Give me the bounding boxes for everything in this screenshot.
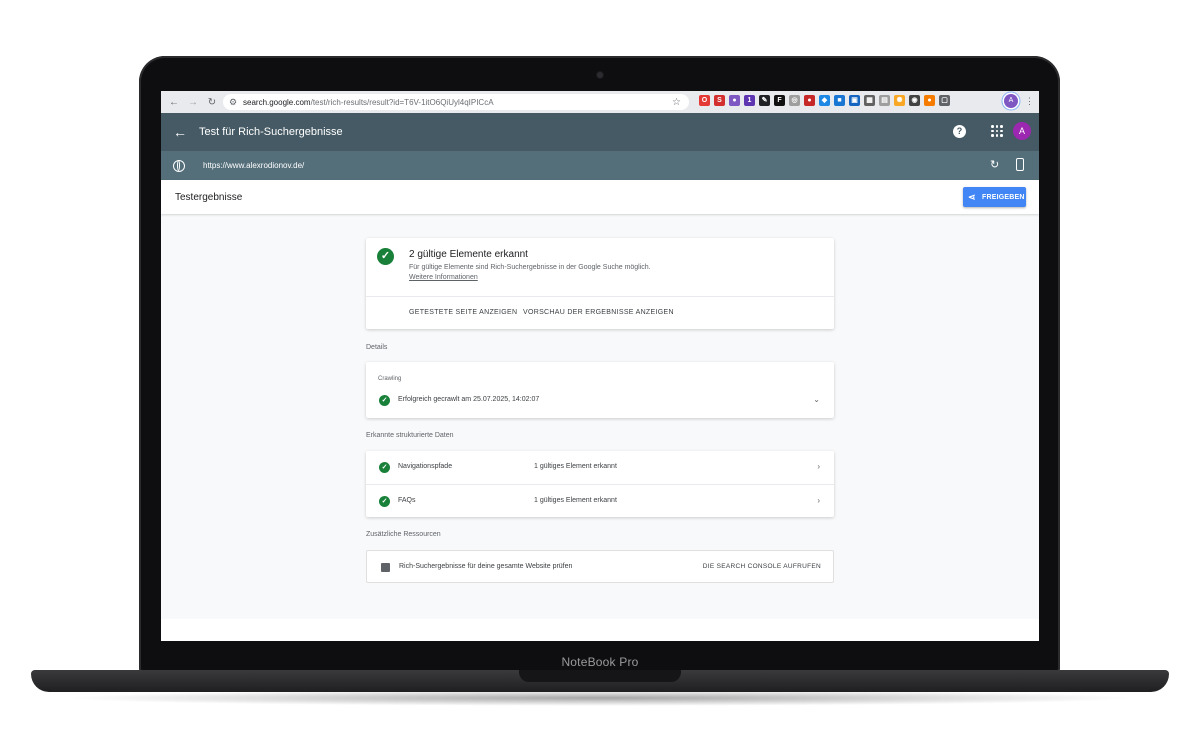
- ext-purple-icon[interactable]: ●: [729, 95, 740, 106]
- resources-text: Rich-Suchergebnisse für deine gesamte We…: [399, 563, 573, 570]
- site-settings-icon[interactable]: ⚙: [229, 97, 239, 107]
- help-icon[interactable]: ?: [953, 125, 966, 138]
- tag-icon[interactable]: ◆: [819, 95, 830, 106]
- ext-blue2-icon[interactable]: ▣: [849, 95, 860, 106]
- pen-icon[interactable]: ✎: [759, 95, 770, 106]
- item-name: Navigationspfade: [398, 463, 453, 470]
- chevron-right-icon[interactable]: ›: [817, 496, 820, 505]
- opera-icon[interactable]: O: [699, 95, 710, 106]
- share-button[interactable]: ⋖ FREIGEBEN: [963, 187, 1026, 207]
- ext-orange-icon[interactable]: ●: [924, 95, 935, 106]
- page-footer-area: [161, 619, 1039, 641]
- summary-card: ✓ 2 gültige Elemente erkannt Für gültige…: [366, 238, 834, 329]
- results-title: Testergebnisse: [175, 192, 243, 203]
- valid-check-icon: ✓: [379, 496, 390, 507]
- details-section-label: Details: [366, 344, 388, 351]
- list-item[interactable]: ✓ Navigationspfade 1 gültiges Element er…: [366, 451, 834, 484]
- grid-icon[interactable]: ▦: [864, 95, 875, 106]
- profile-avatar[interactable]: A: [1004, 94, 1018, 108]
- gear-icon[interactable]: ✺: [894, 95, 905, 106]
- structured-data-card: ✓ Navigationspfade 1 gültiges Element er…: [366, 451, 834, 517]
- valid-check-icon: ✓: [377, 248, 394, 265]
- url-host: search.google.com: [243, 97, 311, 107]
- laptop-shadow: [60, 690, 1140, 706]
- ext-dark-icon[interactable]: F: [774, 95, 785, 106]
- share-icon: ⋖: [968, 192, 976, 202]
- tested-url-bar: https://www.alexrodionov.de/ ↻: [161, 151, 1039, 180]
- webcam: [597, 72, 603, 78]
- screen: ← → ↻ ⚙ search.google.com /test/rich-res…: [161, 91, 1039, 641]
- app-title: Test für Rich-Suchergebnisse: [199, 126, 343, 138]
- retest-icon[interactable]: ↻: [990, 159, 999, 171]
- globe-icon: [173, 159, 185, 172]
- back-arrow-icon[interactable]: ←: [168, 96, 180, 108]
- ext-badge-icon[interactable]: 1: [744, 95, 755, 106]
- tested-url: https://www.alexrodionov.de/: [203, 161, 305, 170]
- bookmark-star-icon[interactable]: ☆: [672, 97, 681, 108]
- resources-card: Rich-Suchergebnisse für deine gesamte We…: [366, 550, 834, 583]
- crawl-status: Erfolgreich gecrawlt am 25.07.2025, 14:0…: [398, 396, 540, 403]
- resources-section-label: Zusätzliche Ressourcen: [366, 531, 441, 538]
- extensions-bar: O S ● 1 ✎ F ◎ ● ◆ ■ ▣ ▦ ▤ ✺ ◉ ● ▢: [699, 95, 950, 106]
- summary-subtext: Für gültige Elemente sind Rich-Suchergeb…: [409, 264, 651, 271]
- app-header: ← Test für Rich-Suchergebnisse ? A: [161, 113, 1039, 151]
- ext-dark2-icon[interactable]: ◉: [909, 95, 920, 106]
- item-count: 1 gültiges Element erkannt: [534, 463, 617, 470]
- browser-toolbar: ← → ↻ ⚙ search.google.com /test/rich-res…: [161, 91, 1039, 113]
- open-search-console-button[interactable]: DIE SEARCH CONSOLE AUFRUFEN: [703, 563, 821, 570]
- more-info-link[interactable]: Weitere Informationen: [409, 274, 478, 281]
- forward-arrow-icon[interactable]: →: [187, 96, 199, 108]
- list-item[interactable]: ✓ FAQs 1 gültiges Element erkannt ›: [366, 484, 834, 518]
- crawling-caption: Crawling: [378, 376, 402, 382]
- apps-grid-icon[interactable]: [991, 125, 1003, 137]
- item-name: FAQs: [398, 497, 416, 504]
- ext-blue-icon[interactable]: ■: [834, 95, 845, 106]
- view-tested-page-button[interactable]: GETESTETE SEITE ANZEIGEN: [409, 309, 517, 316]
- results-header: Testergebnisse ⋖ FREIGEBEN: [161, 180, 1039, 214]
- item-count: 1 gültiges Element erkannt: [534, 497, 617, 504]
- crawling-card[interactable]: Crawling ✓ Erfolgreich gecrawlt am 25.07…: [366, 362, 834, 418]
- back-arrow-icon[interactable]: ←: [173, 125, 187, 139]
- chevron-down-icon[interactable]: ⌄: [813, 395, 820, 404]
- reload-icon[interactable]: ↻: [206, 96, 218, 108]
- valid-check-icon: ✓: [379, 462, 390, 473]
- summary-heading: 2 gültige Elemente erkannt: [409, 249, 528, 260]
- s-icon[interactable]: S: [714, 95, 725, 106]
- ext-red-badge-icon[interactable]: ●: [804, 95, 815, 106]
- table-icon[interactable]: ▤: [879, 95, 890, 106]
- share-label: FREIGEBEN: [982, 193, 1025, 201]
- bar-chart-icon: [381, 563, 390, 572]
- structured-data-section-label: Erkannte strukturierte Daten: [366, 432, 454, 439]
- smartphone-icon[interactable]: [1016, 158, 1024, 171]
- address-bar[interactable]: ⚙ search.google.com /test/rich-results/r…: [223, 94, 689, 110]
- puzzle-icon[interactable]: ▢: [939, 95, 950, 106]
- preview-results-button[interactable]: VORSCHAU DER ERGEBNISSE ANZEIGEN: [523, 309, 674, 316]
- divider: [366, 296, 834, 297]
- account-avatar[interactable]: A: [1013, 122, 1031, 140]
- laptop-notch: [519, 670, 681, 682]
- url-path: /test/rich-results/result?id=T6V-1itO6Qi…: [310, 97, 494, 107]
- success-check-icon: ✓: [379, 395, 390, 406]
- chevron-right-icon[interactable]: ›: [817, 462, 820, 471]
- camera-icon[interactable]: ◎: [789, 95, 800, 106]
- laptop-brand: NoteBook Pro: [561, 655, 639, 669]
- browser-menu-icon[interactable]: ⋮: [1025, 96, 1034, 107]
